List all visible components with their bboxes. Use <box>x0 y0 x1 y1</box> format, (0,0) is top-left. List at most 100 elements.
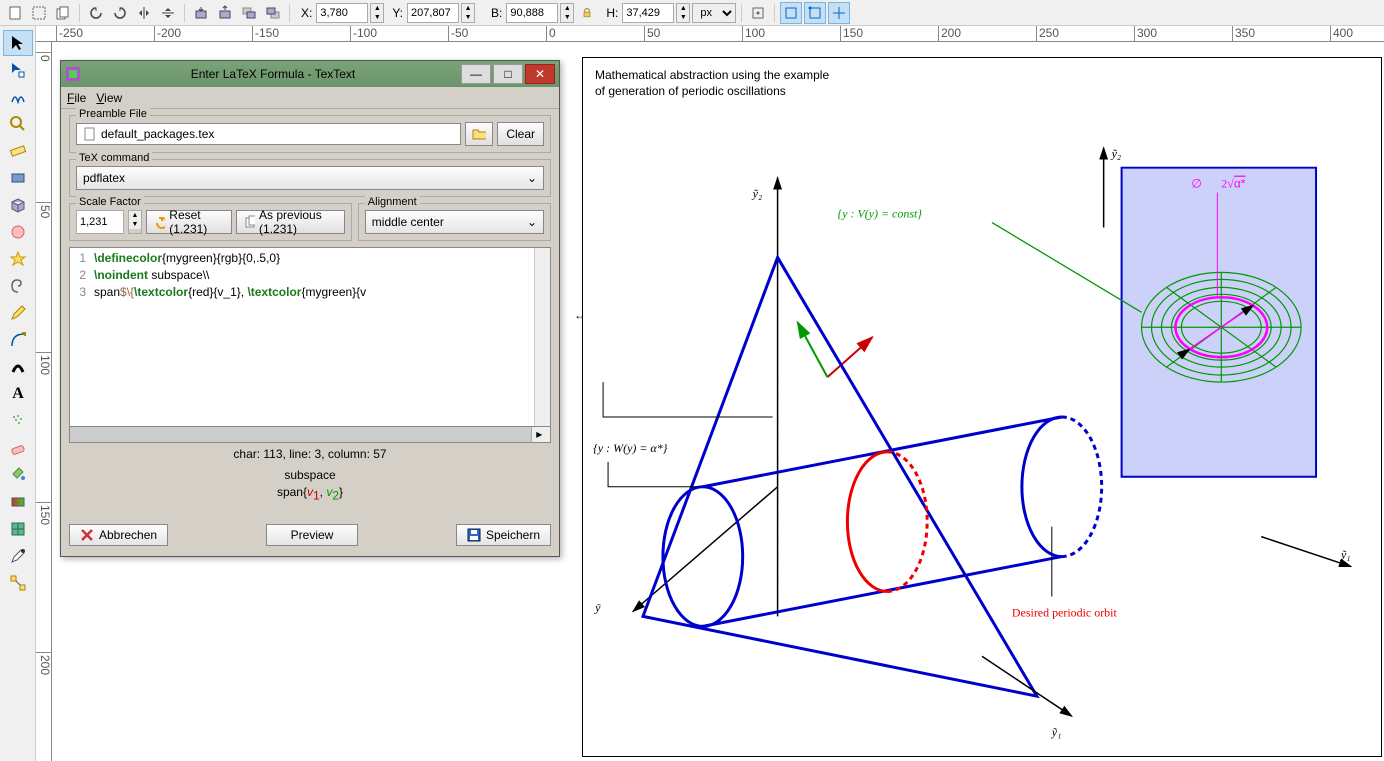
pencil-tool-icon[interactable] <box>3 300 33 326</box>
snap-guide-icon[interactable] <box>828 2 850 24</box>
preamble-group: Preamble File default_packages.tex Clear <box>69 115 551 153</box>
tb-copy-icon[interactable] <box>52 2 74 24</box>
lock-aspect-icon[interactable] <box>576 2 598 24</box>
drawing-svg: ỹ₂ ỹ₁ ∅ 2√α* {y : V(y) = const} ỹ₂ ȳ <box>583 58 1381 756</box>
gradient-tool-icon[interactable] <box>3 489 33 515</box>
menu-file[interactable]: File <box>67 91 86 105</box>
tweak-tool-icon[interactable] <box>3 84 33 110</box>
as-previous-button[interactable]: As previous (1.231) <box>236 210 345 234</box>
svg-text:∅: ∅ <box>1191 177 1201 191</box>
y-label: Y: <box>392 6 403 20</box>
cancel-button[interactable]: Abbrechen <box>69 524 168 546</box>
tb-flip-v-icon[interactable] <box>157 2 179 24</box>
browse-button[interactable] <box>465 122 493 146</box>
menu-view[interactable]: View <box>96 91 122 105</box>
connector-tool-icon[interactable] <box>3 570 33 596</box>
svg-text:ỹ₁: ỹ₁ <box>1340 548 1350 562</box>
tex-command-group: TeX command pdflatex⌄ <box>69 159 551 197</box>
star-tool-icon[interactable] <box>3 246 33 272</box>
alignment-legend: Alignment <box>365 196 420 208</box>
top-toolbar: X: ▲▼ Y: ▲▼ B: ▲▼ H: ▲▼ px <box>0 0 1384 26</box>
chevron-down-icon: ⌄ <box>527 215 537 229</box>
snap-node-icon[interactable] <box>804 2 826 24</box>
tex-command-select[interactable]: pdflatex⌄ <box>76 166 544 190</box>
tb-to-bottom-icon[interactable] <box>238 2 260 24</box>
tb-raise-icon[interactable] <box>214 2 236 24</box>
dialog-titlebar[interactable]: Enter LaTeX Formula - TexText — □ ✕ <box>61 61 559 87</box>
alignment-select[interactable]: middle center⌄ <box>365 210 544 234</box>
x-input[interactable] <box>316 3 368 23</box>
eraser-tool-icon[interactable] <box>3 435 33 461</box>
tb-to-top-icon[interactable] <box>262 2 284 24</box>
dialog-menu: File View <box>61 87 559 109</box>
box3d-tool-icon[interactable] <box>3 192 33 218</box>
scale-group: Scale Factor ▲▼ Reset (1.231) As previou… <box>69 203 352 241</box>
reset-scale-button[interactable]: Reset (1.231) <box>146 210 232 234</box>
y-input[interactable] <box>407 3 459 23</box>
tb-flip-h-icon[interactable] <box>133 2 155 24</box>
transform-origin-icon[interactable] <box>747 2 769 24</box>
scale-spinner[interactable]: ▲▼ <box>128 210 142 234</box>
scale-legend: Scale Factor <box>76 196 144 208</box>
ruler-vertical[interactable]: 050100150200 <box>36 42 52 761</box>
spiral-tool-icon[interactable] <box>3 273 33 299</box>
node-tool-icon[interactable] <box>3 57 33 83</box>
scale-input[interactable] <box>76 210 124 234</box>
const-set-label: {y : V(y) = const} <box>837 207 922 221</box>
bezier-tool-icon[interactable] <box>3 327 33 353</box>
tb-select-all-icon[interactable] <box>28 2 50 24</box>
svg-text:ȳ: ȳ <box>594 600 601 614</box>
folder-icon <box>472 127 486 141</box>
ruler-horizontal[interactable]: -250-200-150-100-50050100150200250300350… <box>36 26 1384 42</box>
close-button[interactable]: ✕ <box>525 64 555 84</box>
preview-button[interactable]: Preview <box>266 524 359 546</box>
bucket-tool-icon[interactable] <box>3 462 33 488</box>
calligraphy-tool-icon[interactable] <box>3 354 33 380</box>
measure-tool-icon[interactable] <box>3 138 33 164</box>
x-label: X: <box>301 6 312 20</box>
b-label: B: <box>491 6 502 20</box>
cancel-icon <box>80 528 94 542</box>
editor-scrollbar-v[interactable] <box>534 248 550 426</box>
tb-lower-icon[interactable] <box>190 2 212 24</box>
units-select[interactable]: px <box>692 3 736 23</box>
editor-scrollbar-h[interactable]: ▸ <box>69 427 551 443</box>
plane-right: ỹ₂ ỹ₁ ∅ 2√α* <box>1104 147 1351 567</box>
spray-tool-icon[interactable] <box>3 408 33 434</box>
snap-bbox-icon[interactable] <box>780 2 802 24</box>
h-input[interactable] <box>622 3 674 23</box>
maximize-button[interactable]: □ <box>493 64 523 84</box>
zoom-tool-icon[interactable] <box>3 111 33 137</box>
text-tool-icon[interactable]: A <box>3 381 33 407</box>
dropper-tool-icon[interactable] <box>3 543 33 569</box>
preamble-legend: Preamble File <box>76 108 150 120</box>
y-spinner[interactable]: ▲▼ <box>461 3 475 23</box>
b-input[interactable] <box>506 3 558 23</box>
drawing-page: Mathematical abstraction using the examp… <box>582 57 1382 757</box>
save-button[interactable]: Speichern <box>456 524 551 546</box>
w-set-label: {y : W(y) = α*} <box>593 441 668 455</box>
svg-text:ỹ₂: ỹ₂ <box>1111 147 1121 161</box>
tb-new-icon[interactable] <box>4 2 26 24</box>
left-toolbox: A <box>0 26 36 761</box>
undo-icon <box>155 215 165 229</box>
pointer-tool-icon[interactable] <box>3 30 33 56</box>
h-spinner[interactable]: ▲▼ <box>676 3 690 23</box>
v1-vector <box>827 337 872 377</box>
tb-rotate-cw-icon[interactable] <box>109 2 131 24</box>
copy-icon <box>245 215 255 229</box>
tb-rotate-ccw-icon[interactable] <box>85 2 107 24</box>
clear-button[interactable]: Clear <box>497 122 544 146</box>
mesh-tool-icon[interactable] <box>3 516 33 542</box>
latex-editor[interactable]: 123 \definecolor{mygreen}{rgb}{0,.5,0} \… <box>69 247 551 427</box>
red-orbit <box>847 452 927 592</box>
save-icon <box>467 528 481 542</box>
rect-tool-icon[interactable] <box>3 165 33 191</box>
minimize-button[interactable]: — <box>461 64 491 84</box>
chevron-down-icon: ⌄ <box>527 171 537 185</box>
svg-text:ỹ₂: ỹ₂ <box>752 187 762 201</box>
preamble-file-field[interactable]: default_packages.tex <box>76 123 461 145</box>
circle-tool-icon[interactable] <box>3 219 33 245</box>
b-spinner[interactable]: ▲▼ <box>560 3 574 23</box>
x-spinner[interactable]: ▲▼ <box>370 3 384 23</box>
